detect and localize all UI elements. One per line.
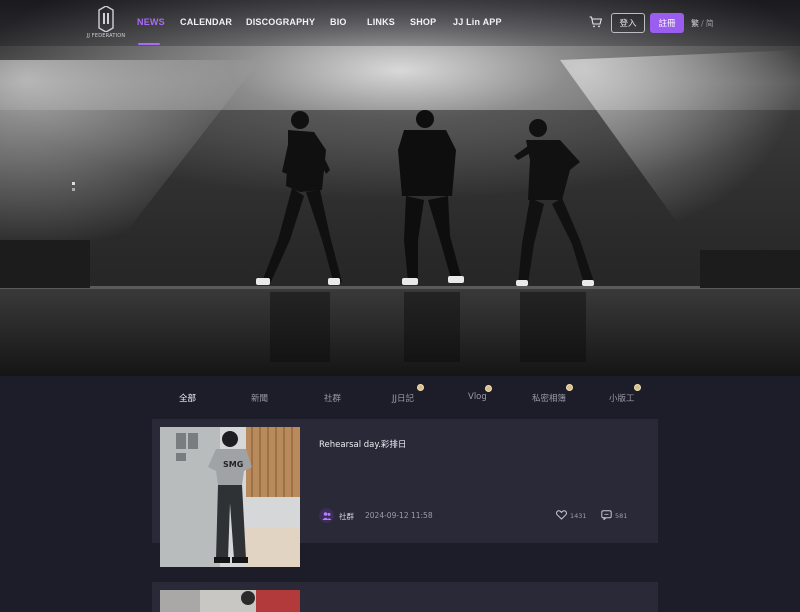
comment-icon[interactable]	[601, 510, 612, 520]
tab-vlog[interactable]: Vlog	[468, 392, 487, 402]
post-card[interactable]	[152, 582, 658, 612]
nav-item-jj-lin-app[interactable]: JJ Lin APP	[453, 17, 502, 27]
post-like-count: 1431	[570, 512, 587, 520]
tab-private-album-badge	[566, 384, 573, 391]
post-comment-count: 581	[615, 512, 628, 520]
hero-banner	[0, 0, 800, 376]
post-date: 2024-09-12 11:58	[365, 511, 433, 520]
author-avatar[interactable]	[319, 508, 334, 523]
lang-traditional-option[interactable]: 繁	[691, 19, 699, 28]
brand-logo[interactable]: JJ FEDERATION	[87, 6, 125, 42]
nav-item-shop[interactable]: SHOP	[410, 17, 436, 27]
nav-item-discography[interactable]: DISCOGRAPHY	[246, 17, 315, 27]
heart-icon[interactable]	[556, 510, 567, 520]
top-navbar: JJ FEDERATION NEWS CALENDAR DISCOGRAPHY …	[0, 0, 800, 46]
language-switcher: 繁 / 简	[691, 18, 714, 29]
logo-text: JJ FEDERATION	[86, 33, 126, 39]
tab-vlog-badge	[485, 385, 492, 392]
cart-icon[interactable]	[589, 16, 602, 28]
lang-separator: /	[701, 19, 704, 28]
category-tabs: 全部 新聞 社群 JJ日記 Vlog 私密相簿 小版工	[160, 384, 650, 410]
nav-item-calendar[interactable]: CALENDAR	[180, 17, 232, 27]
tab-private-album[interactable]: 私密相簿	[532, 392, 566, 404]
tab-mini-studio-badge	[634, 384, 641, 391]
tab-mini-studio[interactable]: 小版工	[609, 392, 635, 404]
tab-all[interactable]: 全部	[179, 392, 196, 404]
post-title[interactable]: Rehearsal day.彩排日	[319, 438, 406, 450]
post-thumbnail-photo	[160, 590, 300, 612]
post-meta: 社群 2024-09-12 11:58 1431 581	[319, 508, 649, 524]
tab-news[interactable]: 新聞	[251, 392, 268, 404]
jj-federation-logo-icon	[98, 6, 114, 32]
nav-item-links[interactable]: LINKS	[367, 17, 395, 27]
tab-community[interactable]: 社群	[324, 392, 341, 404]
login-button[interactable]: 登入	[611, 13, 645, 33]
post-thumbnail[interactable]	[160, 590, 300, 612]
post-author[interactable]: 社群	[339, 511, 354, 522]
post-card[interactable]: SMG Rehearsal day.彩排日 社群 2024-09-12 11:5…	[152, 419, 658, 567]
nav-active-underline	[138, 43, 160, 45]
thumbnail-shirt-print-icon: SMG	[223, 460, 243, 469]
tab-jj-diary[interactable]: JJ日記	[392, 392, 414, 404]
nav-item-bio[interactable]: BIO	[330, 17, 347, 27]
tab-jj-diary-badge	[417, 384, 424, 391]
group-users-icon	[322, 511, 331, 520]
hero-stage-photo	[0, 50, 800, 376]
post-thumbnail-photo: SMG	[160, 427, 300, 567]
nav-item-news[interactable]: NEWS	[137, 17, 165, 27]
register-button[interactable]: 註冊	[650, 13, 684, 33]
lang-simplified-option[interactable]: 简	[706, 19, 714, 28]
post-thumbnail[interactable]: SMG	[160, 427, 300, 567]
